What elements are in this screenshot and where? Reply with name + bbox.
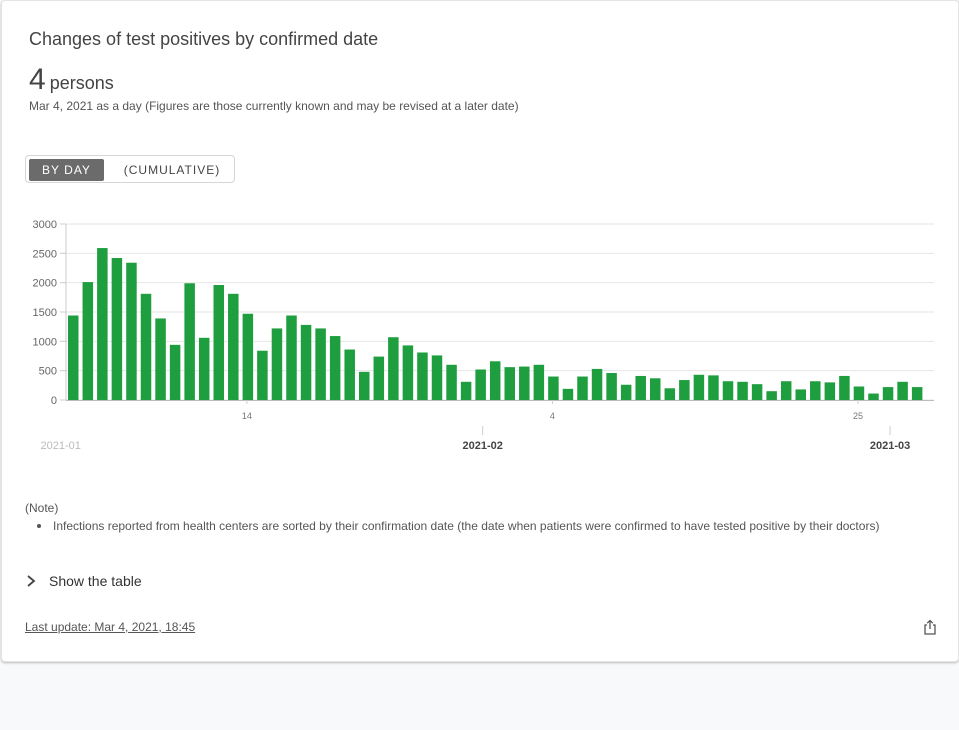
bar xyxy=(329,336,341,400)
bar xyxy=(373,356,385,400)
bar xyxy=(795,389,806,400)
bar xyxy=(300,324,312,400)
bar xyxy=(68,315,79,400)
bar xyxy=(766,391,777,400)
bar xyxy=(824,382,836,400)
headline-value: 4 persons xyxy=(29,63,114,97)
bar xyxy=(679,380,690,400)
bar xyxy=(635,375,646,400)
bar xyxy=(417,352,428,400)
cumulative-button[interactable]: (CUMULATIVE) xyxy=(118,159,226,181)
bar xyxy=(169,344,181,400)
headline-number: 4 xyxy=(29,63,46,96)
note-item: Infections reported from health centers … xyxy=(53,519,880,533)
bar xyxy=(475,369,486,400)
bar xyxy=(271,328,283,400)
note-bullet xyxy=(37,524,41,528)
bar xyxy=(489,361,501,400)
bar xyxy=(242,313,254,400)
bar xyxy=(111,258,123,400)
by-day-button[interactable]: BY DAY xyxy=(29,159,104,181)
bar xyxy=(155,318,166,400)
bar xyxy=(504,367,515,400)
x-month-label: 2021-01 xyxy=(41,440,81,452)
bar xyxy=(606,373,617,400)
bar xyxy=(751,384,763,400)
chevron-right-icon xyxy=(27,575,36,587)
last-update-link[interactable]: Last update: Mar 4, 2021, 18:45 xyxy=(25,620,195,634)
show-table-label: Show the table xyxy=(49,573,142,589)
y-tick-label: 2500 xyxy=(33,248,57,260)
bar xyxy=(722,381,734,400)
y-tick-label: 0 xyxy=(51,395,57,407)
x-month-label: 2021-03 xyxy=(870,440,910,452)
x-day-label: 14 xyxy=(242,411,252,421)
bar xyxy=(82,282,94,400)
bar xyxy=(533,364,545,400)
y-tick-label: 2000 xyxy=(33,278,57,290)
bar xyxy=(577,376,588,400)
bar xyxy=(548,376,559,400)
bar xyxy=(693,374,705,400)
bar xyxy=(620,384,632,400)
bar xyxy=(562,388,574,400)
bar xyxy=(780,381,792,400)
as-of-text: Mar 4, 2021 as a day (Figures are those … xyxy=(29,99,519,113)
view-toggle: BY DAY (CUMULATIVE) xyxy=(25,155,235,183)
bar-chart: 3000 2500 2000 1500 1000 500 0 14 4 25 2021-01 2021… xyxy=(33,219,934,452)
y-tick-label: 1000 xyxy=(33,336,57,348)
bar xyxy=(315,328,326,400)
bar xyxy=(97,248,108,400)
y-tick-label: 1500 xyxy=(33,307,57,319)
chart-card: Changes of test positives by confirmed d… xyxy=(1,0,959,662)
bar xyxy=(446,364,457,400)
bar xyxy=(810,381,821,400)
bar xyxy=(286,315,297,400)
bar xyxy=(126,262,137,400)
bar xyxy=(708,375,719,400)
bar xyxy=(257,350,268,400)
bar xyxy=(737,381,748,400)
bar xyxy=(664,388,676,400)
x-day-label: 25 xyxy=(853,411,863,421)
bar xyxy=(359,371,370,400)
bar xyxy=(140,293,152,400)
y-tick-label: 500 xyxy=(39,366,57,378)
bar xyxy=(897,381,908,400)
y-tick-label: 3000 xyxy=(33,219,57,231)
bar xyxy=(519,366,530,400)
x-day-label: 4 xyxy=(550,411,555,421)
bar xyxy=(460,381,472,400)
bar xyxy=(184,283,195,400)
bar xyxy=(344,349,355,400)
bar xyxy=(868,393,879,400)
bar xyxy=(839,375,850,400)
headline-unit: persons xyxy=(49,73,114,93)
bar xyxy=(402,345,414,400)
bar xyxy=(853,386,865,400)
bar xyxy=(882,387,894,400)
bar xyxy=(591,368,603,400)
bar xyxy=(431,355,443,400)
x-month-label: 2021-02 xyxy=(462,440,502,452)
note-title: (Note) xyxy=(25,501,59,515)
bar xyxy=(911,387,923,400)
bar xyxy=(228,293,239,400)
bar xyxy=(213,285,224,400)
share-icon[interactable] xyxy=(922,619,938,636)
card-title: Changes of test positives by confirmed d… xyxy=(29,29,379,49)
bar xyxy=(198,337,210,400)
bar xyxy=(650,378,661,400)
bar xyxy=(388,337,399,400)
